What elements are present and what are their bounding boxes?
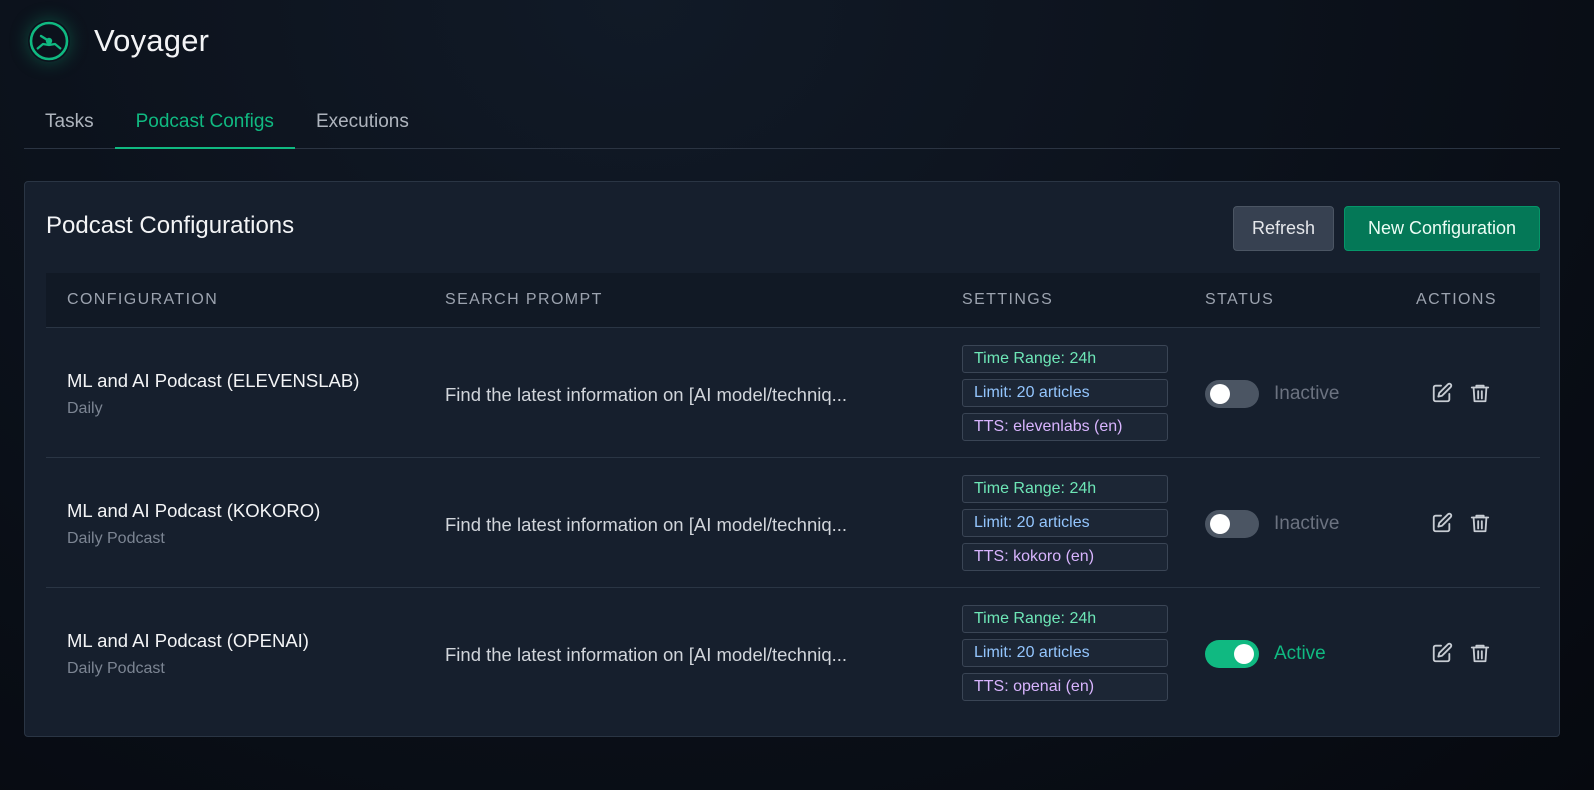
- search-prompt: Find the latest information on [AI model…: [445, 644, 848, 665]
- table-row: ML and AI Podcast (ELEVENSLAB) Daily Fin…: [46, 328, 1540, 458]
- limit-badge: Limit: 20 articles: [962, 379, 1168, 407]
- time-range-badge: Time Range: 24h: [962, 475, 1168, 503]
- header-search-prompt: SEARCH PROMPT: [445, 291, 603, 308]
- status-toggle[interactable]: [1205, 380, 1259, 408]
- status-label: Active: [1274, 643, 1326, 664]
- header-configuration: CONFIGURATION: [67, 291, 219, 308]
- tab-executions[interactable]: Executions: [295, 103, 430, 149]
- status-label: Inactive: [1274, 513, 1340, 534]
- table-row: ML and AI Podcast (KOKORO) Daily Podcast…: [46, 458, 1540, 588]
- header-status: STATUS: [1205, 291, 1275, 308]
- limit-badge: Limit: 20 articles: [962, 509, 1168, 537]
- status-label: Inactive: [1274, 383, 1340, 404]
- config-name: ML and AI Podcast (OPENAI): [67, 630, 309, 651]
- settings-chips: Time Range: 24h Limit: 20 articles TTS: …: [962, 605, 1168, 707]
- card-title: Podcast Configurations: [46, 212, 295, 239]
- tts-badge: TTS: elevenlabs (en): [962, 413, 1168, 441]
- tts-badge: TTS: kokoro (en): [962, 543, 1168, 571]
- table-row: ML and AI Podcast (OPENAI) Daily Podcast…: [46, 588, 1540, 718]
- settings-chips: Time Range: 24h Limit: 20 articles TTS: …: [962, 345, 1168, 447]
- table-header: CONFIGURATION SEARCH PROMPT SETTINGS STA…: [46, 273, 1540, 328]
- settings-chips: Time Range: 24h Limit: 20 articles TTS: …: [962, 475, 1168, 577]
- tab-bar: Tasks Podcast Configs Executions: [24, 103, 1560, 149]
- toggle-knob: [1234, 644, 1254, 664]
- tab-podcast-configs[interactable]: Podcast Configs: [114, 103, 295, 149]
- status-toggle[interactable]: [1205, 510, 1259, 538]
- podcast-configurations-card: Podcast Configurations Refresh New Confi…: [24, 181, 1560, 737]
- time-range-badge: Time Range: 24h: [962, 605, 1168, 633]
- edit-icon[interactable]: [1430, 641, 1454, 665]
- edit-icon[interactable]: [1430, 381, 1454, 405]
- config-name: ML and AI Podcast (ELEVENSLAB): [67, 370, 360, 391]
- limit-badge: Limit: 20 articles: [962, 639, 1168, 667]
- trash-icon[interactable]: [1468, 381, 1492, 405]
- trash-icon[interactable]: [1468, 641, 1492, 665]
- config-name: ML and AI Podcast (KOKORO): [67, 500, 321, 521]
- search-prompt: Find the latest information on [AI model…: [445, 514, 848, 535]
- edit-icon[interactable]: [1430, 511, 1454, 535]
- header-settings: SETTINGS: [962, 291, 1054, 308]
- new-configuration-button[interactable]: New Configuration: [1344, 206, 1540, 251]
- app-title: Voyager: [94, 23, 210, 58]
- app-header: Voyager: [28, 18, 209, 64]
- tab-tasks[interactable]: Tasks: [24, 103, 115, 149]
- search-prompt: Find the latest information on [AI model…: [445, 384, 848, 405]
- toggle-knob: [1210, 514, 1230, 534]
- header-actions: ACTIONS: [1416, 291, 1497, 308]
- refresh-button[interactable]: Refresh: [1233, 206, 1334, 251]
- toggle-knob: [1210, 384, 1230, 404]
- config-subtitle: Daily Podcast: [67, 660, 165, 677]
- time-range-badge: Time Range: 24h: [962, 345, 1168, 373]
- configurations-table: CONFIGURATION SEARCH PROMPT SETTINGS STA…: [46, 273, 1540, 718]
- trash-icon[interactable]: [1468, 511, 1492, 535]
- config-subtitle: Daily Podcast: [67, 530, 165, 547]
- compass-icon[interactable]: [28, 20, 70, 62]
- config-subtitle: Daily: [67, 400, 103, 417]
- tts-badge: TTS: openai (en): [962, 673, 1168, 701]
- status-toggle[interactable]: [1205, 640, 1259, 668]
